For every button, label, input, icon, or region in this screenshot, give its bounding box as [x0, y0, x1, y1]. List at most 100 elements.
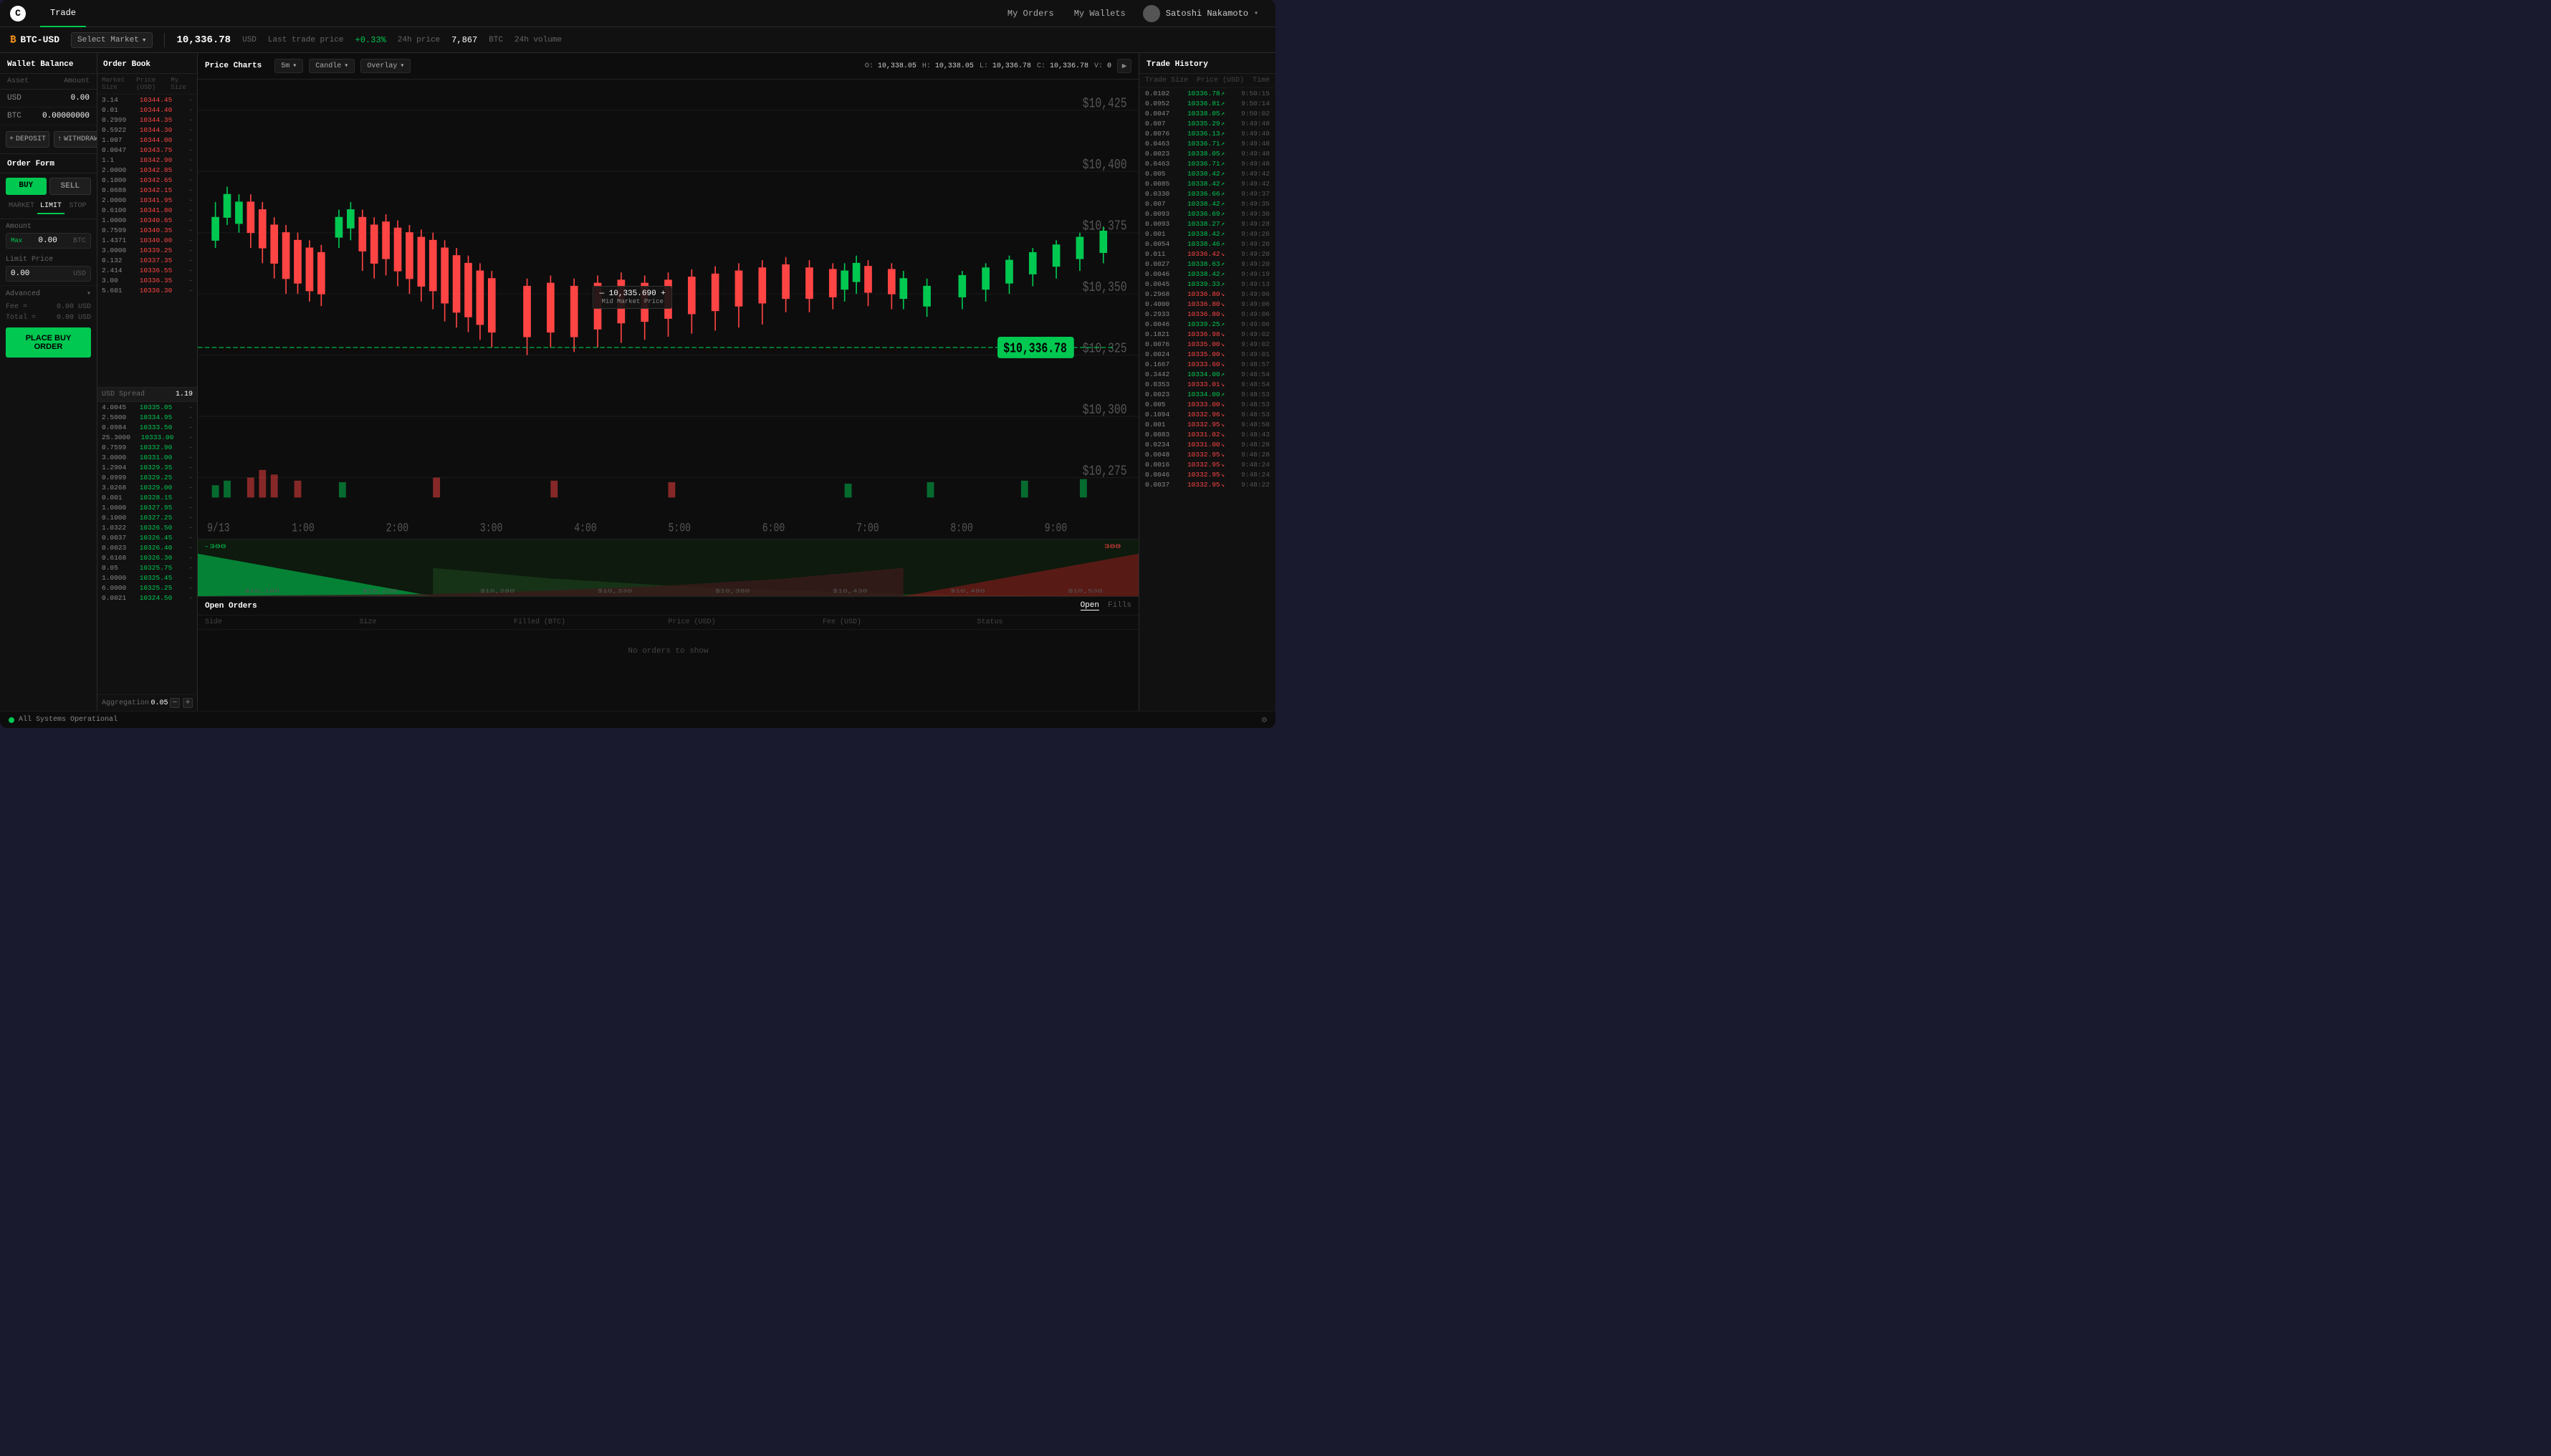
left-panel: Wallet Balance Asset Amount USD 0.00 BTC… — [0, 53, 97, 711]
amount-unit: BTC — [73, 237, 86, 245]
svg-text:$10,380: $10,380 — [715, 588, 750, 594]
open-orders-panel: Open Orders Open Fills Side Size Filled … — [198, 596, 1139, 711]
trade-tab[interactable]: Trade — [40, 0, 86, 27]
aggregation-label: Aggregation — [102, 699, 149, 707]
table-row: 2.000010341.95- — [97, 195, 197, 205]
deposit-button[interactable]: + DEPOSIT — [6, 131, 49, 148]
list-item: 0.010210336.78↗9:50:15 — [1139, 88, 1276, 98]
sell-tab[interactable]: SELL — [49, 178, 92, 195]
table-row: 4.004510335.05- — [97, 402, 197, 412]
no-orders-message: No orders to show — [198, 630, 1139, 673]
chevron-down-icon: ▾ — [344, 62, 348, 70]
my-orders-button[interactable]: My Orders — [997, 0, 1064, 27]
list-item: 0.004610338.42↗9:49:19 — [1139, 269, 1276, 279]
total-value: 0.00 USD — [57, 314, 91, 322]
table-row: 0.100010327.25- — [97, 512, 197, 522]
max-button[interactable]: Max — [11, 237, 22, 244]
limit-price-label: Limit Price — [6, 256, 91, 264]
table-row: 3.000010331.00- — [97, 452, 197, 462]
status-dot — [9, 717, 14, 723]
wallet-title: Wallet Balance — [0, 53, 97, 74]
limit-tab[interactable]: LIMIT — [37, 199, 64, 214]
svg-text:9/13: 9/13 — [207, 521, 230, 535]
table-row: 1.437110340.00- — [97, 235, 197, 245]
market-select[interactable]: Select Market ▾ — [71, 32, 153, 48]
list-item: 0.008510338.42↗9:49:42 — [1139, 178, 1276, 188]
last-price: 10,336.78 — [176, 34, 231, 46]
advanced-toggle[interactable]: Advanced ▾ — [0, 285, 97, 302]
svg-text:5:00: 5:00 — [669, 521, 691, 535]
oo-col-header: Side Size Filled (BTC) Price (USD) Fee (… — [198, 616, 1139, 630]
table-row: 2.500010334.95- — [97, 412, 197, 422]
svg-text:$10,336.78: $10,336.78 — [1003, 342, 1067, 357]
trade-history-title: Trade History — [1139, 53, 1276, 74]
list-item: 0.296810336.80↘9:49:06 — [1139, 289, 1276, 299]
svg-text:$10,530: $10,530 — [1068, 588, 1104, 594]
list-item: 0.004510339.33↗9:49:13 — [1139, 279, 1276, 289]
list-item: 0.00510333.00↘9:48:53 — [1139, 399, 1276, 409]
timeframe-value: 5m — [281, 62, 289, 70]
my-wallets-button[interactable]: My Wallets — [1064, 0, 1136, 27]
wallet-btc-row: BTC 0.00000000 — [0, 107, 97, 125]
ticker-bar: ₿ BTC-USD Select Market ▾ 10,336.78 USD … — [0, 27, 1276, 53]
trade-history-list: 0.010210336.78↗9:50:150.095210336.81↗9:5… — [1139, 88, 1276, 711]
candle-chart-svg: $10,425 $10,400 $10,375 $10,350 $10,325 … — [198, 80, 1139, 539]
chart-type-value: Candle — [315, 62, 341, 70]
volume-label: 24h volume — [514, 36, 562, 44]
open-tab[interactable]: Open — [1081, 601, 1099, 610]
orderbook-col-header: Market Size Price (USD) My Size — [97, 74, 197, 95]
ob-col-price: Price (USD) — [136, 77, 171, 91]
overlay-selector[interactable]: Overlay ▾ — [360, 59, 411, 73]
oo-col-size: Size — [360, 618, 514, 626]
buy-tab[interactable]: BUY — [6, 178, 47, 195]
fills-tab[interactable]: Fills — [1108, 601, 1131, 610]
table-row: 0.759910340.35- — [97, 225, 197, 235]
timeframe-selector[interactable]: 5m ▾ — [274, 59, 303, 73]
gear-icon[interactable]: ⚙ — [1262, 714, 1267, 725]
chart-header: Price Charts 5m ▾ Candle ▾ Overlay ▾ O: … — [198, 53, 1139, 80]
aggregation-minus-button[interactable]: − — [170, 698, 180, 708]
withdraw-button[interactable]: ↑ WITHDRAW — [54, 131, 97, 148]
aggregation-plus-button[interactable]: + — [183, 698, 193, 708]
aggregation-value: 0.05 — [151, 699, 168, 707]
stop-tab[interactable]: STOP — [64, 199, 91, 214]
chart-type-selector[interactable]: Candle ▾ — [309, 59, 355, 73]
limit-price-input-row[interactable]: 0.00 USD — [6, 266, 91, 282]
24h-label: 24h price — [398, 36, 440, 44]
app-container: C Trade My Orders My Wallets Satoshi Nak… — [0, 0, 1276, 728]
table-row: 0.610010341.80- — [97, 205, 197, 215]
list-item: 0.002710338.63↗9:49:20 — [1139, 259, 1276, 269]
chevron-down-icon: ▾ — [142, 35, 147, 45]
withdraw-label: WITHDRAW — [64, 135, 97, 143]
svg-text:$10,280: $10,280 — [480, 588, 515, 594]
orderbook-title: Order Book — [97, 53, 197, 74]
volume: 7,867 — [451, 35, 477, 45]
tp-col-time: Time — [1253, 77, 1270, 85]
ob-col-market-size: Market Size — [102, 77, 136, 91]
list-item: 0.046310336.71↗9:49:48 — [1139, 158, 1276, 168]
list-item: 0.004810332.95↘9:48:28 — [1139, 449, 1276, 459]
wallet-col-asset: Asset — [7, 77, 29, 85]
list-item: 0.00110332.95↘9:48:50 — [1139, 419, 1276, 429]
svg-text:-300: -300 — [204, 544, 226, 550]
list-item: 0.008310331.02↘9:48:43 — [1139, 429, 1276, 439]
status-bar: All Systems Operational ⚙ — [0, 711, 1276, 728]
table-row: 0.100010342.65- — [97, 175, 197, 185]
tp-col-size: Trade Size — [1145, 77, 1188, 85]
list-item: 0.009310338.27↗9:49:28 — [1139, 219, 1276, 229]
svg-text:300: 300 — [1104, 544, 1121, 550]
svg-text:8:00: 8:00 — [950, 521, 973, 535]
table-row: 6.000010325.25- — [97, 583, 197, 593]
fee-value: 0.00 USD — [57, 303, 91, 311]
place-order-button[interactable]: PLACE BUY ORDER — [6, 327, 91, 358]
market-tab[interactable]: MARKET — [6, 199, 37, 214]
chevron-down-icon: ▾ — [400, 62, 404, 70]
user-menu[interactable]: Satoshi Nakamoto ▾ — [1136, 5, 1265, 22]
svg-text:$10,230: $10,230 — [363, 588, 398, 594]
ob-col-my-size: My Size — [171, 77, 193, 91]
list-item: 0.005410338.46↗9:49:20 — [1139, 239, 1276, 249]
chart-forward-button[interactable]: ▶ — [1117, 59, 1131, 73]
list-item: 0.293310336.80↘9:49:06 — [1139, 309, 1276, 319]
list-item: 0.002310338.05↗9:49:48 — [1139, 148, 1276, 158]
oo-col-price: Price (USD) — [669, 618, 823, 626]
